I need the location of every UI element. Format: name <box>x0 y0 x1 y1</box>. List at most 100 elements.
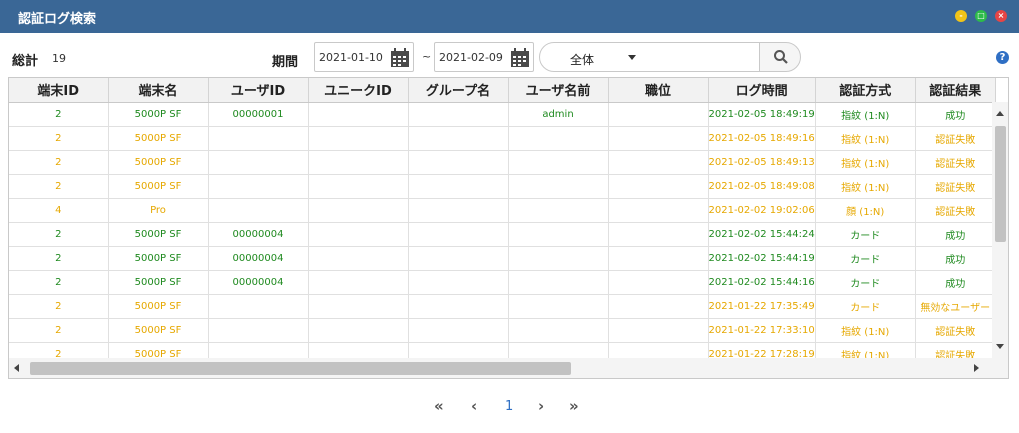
vertical-scroll-thumb[interactable] <box>995 126 1006 242</box>
table-cell <box>608 270 709 295</box>
table-cell: 5000P SF <box>108 246 209 271</box>
current-page[interactable]: 1 <box>505 399 513 414</box>
total-count: 19 <box>52 52 66 65</box>
table-row[interactable]: 2 5000P SF 2021-01-22 17:33:10 指紋 (1:N) 認証失敗 <box>9 318 996 343</box>
table-cell: 00000004 <box>208 222 309 247</box>
scroll-left-icon[interactable] <box>14 364 19 372</box>
table-cell: 2 <box>9 174 109 199</box>
table-row[interactable]: 2 5000P SF 00000004 2021-02-02 15:44:16 カード成… <box>9 270 996 295</box>
table-cell: 成功 <box>915 246 996 271</box>
first-page-button[interactable]: « <box>434 397 444 415</box>
table-cell: 5000P SF <box>108 318 209 343</box>
prev-page-button[interactable]: ‹ <box>471 397 477 415</box>
table-cell: 2021-01-22 17:33:10 <box>708 318 816 343</box>
table-cell: 2 <box>9 102 109 127</box>
table-row[interactable]: 2 5000P SF 00000001 admin 2021-02-05 18:49:1… <box>9 102 996 127</box>
table-cell <box>408 222 509 247</box>
table-cell <box>608 126 709 151</box>
table-cell: 指紋 (1:N) <box>815 150 916 175</box>
table-cell <box>408 198 509 223</box>
table-cell <box>208 318 309 343</box>
table-cell: 5000P SF <box>108 150 209 175</box>
table-cell: admin <box>508 102 609 127</box>
table-cell <box>508 246 609 271</box>
table-cell <box>308 246 409 271</box>
table-row[interactable]: 2 5000P SF 2021-02-05 18:49:16 指紋 (1:N) 認証失敗 <box>9 126 996 151</box>
column-header[interactable]: ユーザ名前 <box>508 78 609 103</box>
column-header[interactable]: ユーザID <box>208 78 309 103</box>
column-header[interactable]: 職位 <box>608 78 709 103</box>
vertical-scrollbar[interactable] <box>992 102 1008 358</box>
calendar-icon[interactable] <box>510 48 530 68</box>
table-row[interactable]: 2 5000P SF 2021-02-05 18:49:08 指紋 (1:N) 認証失敗 <box>9 174 996 199</box>
last-page-button[interactable]: » <box>569 397 579 415</box>
table-cell <box>308 198 409 223</box>
table-cell: 2021-02-02 15:44:24 <box>708 222 816 247</box>
table-cell: 認証失敗 <box>915 174 996 199</box>
table-cell <box>608 102 709 127</box>
table-cell <box>308 174 409 199</box>
table-row[interactable]: 4 Pro 2021-02-02 19:02:06 顔 (1:N) 認証失敗 <box>9 198 996 223</box>
date-from-value: 2021-01-10 <box>319 51 383 64</box>
table-cell: 認証失敗 <box>915 318 996 343</box>
table-cell <box>308 222 409 247</box>
chevron-down-icon <box>628 55 636 60</box>
column-header[interactable]: グループ名 <box>408 78 509 103</box>
table-cell: 00000004 <box>208 246 309 271</box>
table-cell: 2021-01-22 17:35:49 <box>708 294 816 319</box>
horizontal-scroll-thumb[interactable] <box>30 362 571 375</box>
column-header[interactable]: 端末ID <box>9 78 109 103</box>
table-cell <box>608 150 709 175</box>
table-cell: 2 <box>9 294 109 319</box>
search-type-select[interactable]: 全体 <box>539 42 641 72</box>
calendar-icon[interactable] <box>390 48 410 68</box>
scroll-up-icon[interactable] <box>996 111 1004 116</box>
table-cell <box>308 102 409 127</box>
help-icon[interactable]: ? <box>996 51 1009 64</box>
close-button[interactable]: × <box>995 10 1007 22</box>
search-type-value: 全体 <box>570 53 595 67</box>
table-cell: 指紋 (1:N) <box>815 318 916 343</box>
maximize-button[interactable]: □ <box>975 10 987 22</box>
table-cell <box>508 198 609 223</box>
table-row[interactable]: 2 5000P SF 00000004 2021-02-02 15:44:24 カード成… <box>9 222 996 247</box>
scroll-down-icon[interactable] <box>996 344 1004 349</box>
table-row[interactable]: 2 5000P SF 2021-01-22 17:35:49 カード 無効なユーザー <box>9 294 996 319</box>
search-icon <box>774 50 788 64</box>
table-cell: 5000P SF <box>108 174 209 199</box>
horizontal-scrollbar[interactable] <box>9 358 992 378</box>
table-cell: 5000P SF <box>108 294 209 319</box>
table-cell <box>208 294 309 319</box>
minimize-button[interactable]: - <box>955 10 967 22</box>
column-header[interactable]: 端末名 <box>108 78 209 103</box>
table-cell <box>208 150 309 175</box>
table-cell <box>308 318 409 343</box>
date-from-field[interactable]: 2021-01-10 <box>314 42 414 72</box>
column-header[interactable]: 認証方式 <box>815 78 916 103</box>
table-cell: 5000P SF <box>108 270 209 295</box>
date-to-field[interactable]: 2021-02-09 <box>434 42 534 72</box>
search-input[interactable] <box>640 42 760 72</box>
column-header[interactable]: ユニークID <box>308 78 409 103</box>
table-cell <box>408 294 509 319</box>
table-cell: カード <box>815 222 916 247</box>
table-row[interactable]: 2 5000P SF 00000004 2021-02-02 15:44:19 カード成… <box>9 246 996 271</box>
search-button[interactable] <box>759 42 801 72</box>
table-cell <box>308 270 409 295</box>
table-cell <box>508 222 609 247</box>
column-header[interactable]: 認証結果 <box>915 78 996 103</box>
column-header[interactable]: ログ時間 <box>708 78 816 103</box>
table-cell <box>608 294 709 319</box>
table-cell: カード <box>815 270 916 295</box>
next-page-button[interactable]: › <box>538 397 544 415</box>
table-cell: 2 <box>9 318 109 343</box>
scroll-right-icon[interactable] <box>974 364 979 372</box>
table-cell: Pro <box>108 198 209 223</box>
table-cell: 成功 <box>915 222 996 247</box>
table-cell <box>408 246 509 271</box>
table-cell <box>408 270 509 295</box>
table-cell <box>308 294 409 319</box>
table-cell <box>508 270 609 295</box>
table-cell: 2021-02-02 19:02:06 <box>708 198 816 223</box>
table-row[interactable]: 2 5000P SF 2021-02-05 18:49:13 指紋 (1:N) 認証失敗 <box>9 150 996 175</box>
